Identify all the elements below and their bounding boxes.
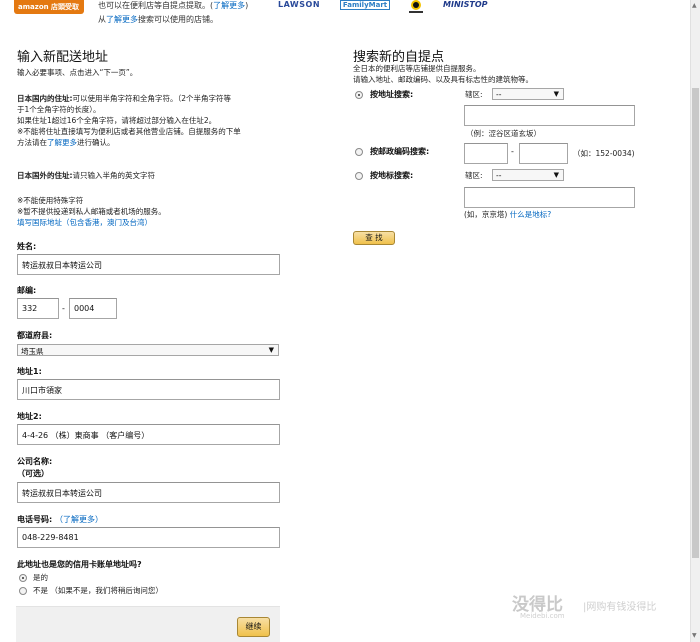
- address-notes: ※不能使用特殊字符 ※暂不提供投递到私人邮箱或者机场的服务。 填写国际地址（包含…: [17, 196, 166, 227]
- address2-input[interactable]: 4-4-26 （株）東商事 （客户编号）: [17, 424, 280, 445]
- foreign-address-note: 日本国外的住址:请只输入半角的英文字符: [17, 171, 155, 180]
- search-by-address-label: 按地址搜索:: [370, 90, 414, 99]
- company-optional-label: （可选）: [17, 469, 49, 478]
- company-label: 公司名称:: [17, 457, 53, 466]
- continue-button[interactable]: 继续: [237, 617, 270, 637]
- billing-question: 此地址也是您的信用卡账单地址吗?: [17, 560, 142, 569]
- zip-input-1[interactable]: 332: [17, 298, 59, 319]
- phone-learn-more-link[interactable]: （了解更多）: [55, 515, 103, 524]
- domestic-address-note: 日本国内的住址:可以使用半角字符和全角字符。（2个半角字符等 于1个全角字符的长…: [17, 94, 241, 147]
- phone-label: 电话号码: （了解更多）: [17, 515, 103, 524]
- zip-example: （如：152-0034): [573, 149, 635, 158]
- zip-input-2[interactable]: 0004: [69, 298, 117, 319]
- scroll-down-icon[interactable]: ▼: [692, 632, 697, 639]
- pickup-search-line: 从了解更多搜索可以使用的店铺。: [98, 15, 218, 24]
- area-label: 辖区:: [465, 90, 483, 99]
- lawson-logo: LAWSON: [278, 0, 321, 9]
- amazon-pickup-logo: amazon 店頭受取: [14, 0, 84, 14]
- area-label-2: 辖区:: [465, 171, 483, 180]
- chevron-down-icon: ▼: [268, 346, 274, 354]
- pickup-zip-input-1[interactable]: [464, 143, 508, 164]
- search-button[interactable]: 查 找: [353, 231, 395, 245]
- billing-no-radio[interactable]: [19, 587, 27, 595]
- prefecture-label: 都道府县:: [17, 331, 53, 340]
- zip-dash: -: [62, 304, 65, 313]
- watermark-slogan: |网购有钱没得比: [583, 602, 657, 613]
- landmark-example: (如，京京塔) 什么是地标?: [464, 210, 552, 219]
- area-select[interactable]: -- ▼: [492, 88, 564, 100]
- phone-input[interactable]: 048-229-8481: [17, 527, 280, 548]
- area-select-2[interactable]: -- ▼: [492, 169, 564, 181]
- search-by-zip-label: 按邮政编码搜索:: [370, 147, 430, 156]
- scrollbar-thumb[interactable]: [692, 88, 699, 558]
- search-by-landmark-radio[interactable]: [355, 172, 363, 180]
- yamato-logo-icon: [406, 0, 426, 14]
- name-input[interactable]: 转运叔叔日本转运公司: [17, 254, 280, 275]
- what-is-landmark-link[interactable]: 什么是地标?: [510, 210, 551, 219]
- learn-more-link-pickup-order[interactable]: 了解更多: [47, 138, 77, 147]
- scroll-up-icon[interactable]: ▲: [692, 2, 697, 9]
- address2-label: 地址2:: [17, 412, 42, 421]
- watermark-domain: Meidebi.com: [520, 612, 565, 620]
- chevron-down-icon: ▼: [553, 171, 559, 179]
- address1-input[interactable]: 川口市領家: [17, 379, 280, 400]
- search-by-landmark-label: 按地标搜索:: [370, 171, 414, 180]
- learn-more-link-top[interactable]: 了解更多: [213, 1, 245, 10]
- billing-no-label: 不是 （如果不是，我们将稍后询问您）: [33, 586, 163, 595]
- search-by-address-radio[interactable]: [355, 91, 363, 99]
- company-input[interactable]: 转运叔叔日本转运公司: [17, 482, 280, 503]
- new-address-title: 输入新配送地址: [17, 50, 109, 65]
- prefecture-select[interactable]: 埼玉県 ▼: [17, 344, 279, 356]
- new-address-subtitle: 输入必要事项、点击进入“下一页”。: [17, 68, 138, 77]
- address1-label: 地址1:: [17, 367, 42, 376]
- search-by-zip-radio[interactable]: [355, 148, 363, 156]
- pickup-zip-dash: -: [511, 147, 514, 156]
- zip-label: 邮编:: [17, 286, 37, 295]
- vertical-scrollbar[interactable]: ▲ ▼: [690, 0, 700, 642]
- landmark-search-input[interactable]: [464, 187, 635, 208]
- address-search-input[interactable]: [464, 105, 635, 126]
- ministop-logo: MINISTOP: [443, 0, 488, 9]
- address-example: （例：涩谷区道玄坂）: [466, 129, 541, 138]
- pickup-zip-input-2[interactable]: [519, 143, 568, 164]
- pickup-info-line: 也可以在便利店等自提点提取。(了解更多): [98, 1, 249, 10]
- billing-yes-radio[interactable]: [19, 574, 27, 582]
- familymart-logo: FamilyMart: [340, 0, 390, 10]
- chevron-down-icon: ▼: [553, 90, 559, 98]
- name-label: 姓名:: [17, 242, 37, 251]
- international-address-link[interactable]: 填写国际地址（包含香港，澳门及台湾）: [17, 218, 152, 227]
- top-banner: amazon 店頭受取 也可以在便利店等自提点提取。(了解更多) 从了解更多搜索…: [0, 0, 690, 30]
- billing-yes-label: 是的: [33, 573, 48, 582]
- pickup-search-desc: 全日本的便利店等店铺提供自提服务。 请输入地址、邮政编码、以及具有标志性的建筑物…: [353, 64, 533, 84]
- learn-more-link-search[interactable]: 了解更多: [106, 15, 138, 24]
